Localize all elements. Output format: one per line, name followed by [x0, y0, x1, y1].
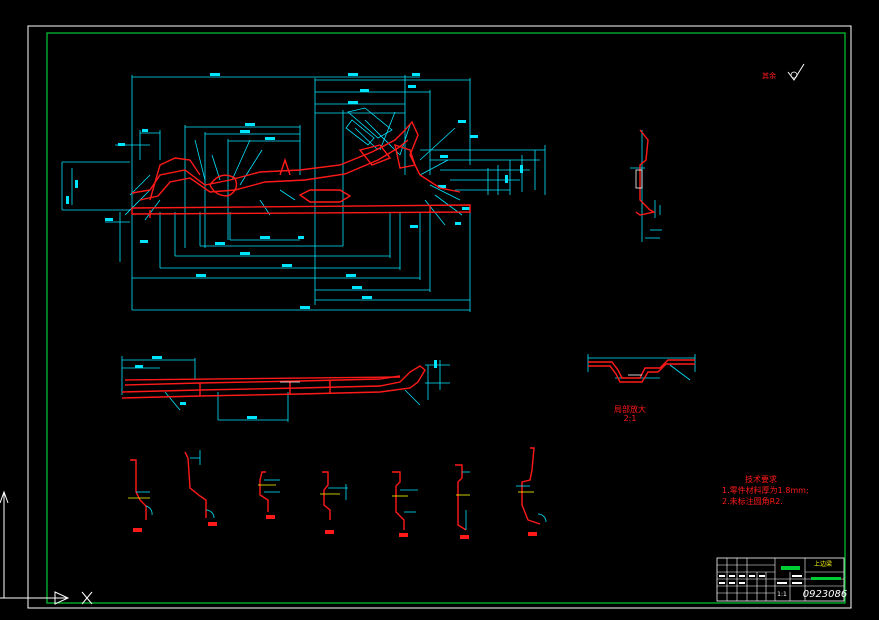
title-block-scale: 1:1 — [777, 591, 787, 598]
roughness-note: 其余 — [762, 71, 776, 80]
title-block-part-name: 上边梁 — [814, 560, 832, 568]
tech-req-title: 技术要求 — [745, 474, 777, 484]
detail-view-label: 局部放大 — [614, 404, 646, 414]
title-block-drawing-number: 0923086 — [803, 589, 848, 600]
title-block-green-bar-1 — [781, 566, 800, 570]
title-block-green-bar-2 — [811, 577, 841, 580]
detail-view-scale: 2:1 — [624, 414, 637, 423]
tech-req-item-1: 1.零件材料厚为1.8mm; — [722, 485, 809, 495]
cad-drawing-canvas: 局部放大 2:1 其余 技术要求 1.零件材料厚为1.8mm; 2.未标注圆角R… — [0, 0, 879, 620]
tech-req-item-2: 2.未标注圆角R2. — [722, 496, 783, 506]
